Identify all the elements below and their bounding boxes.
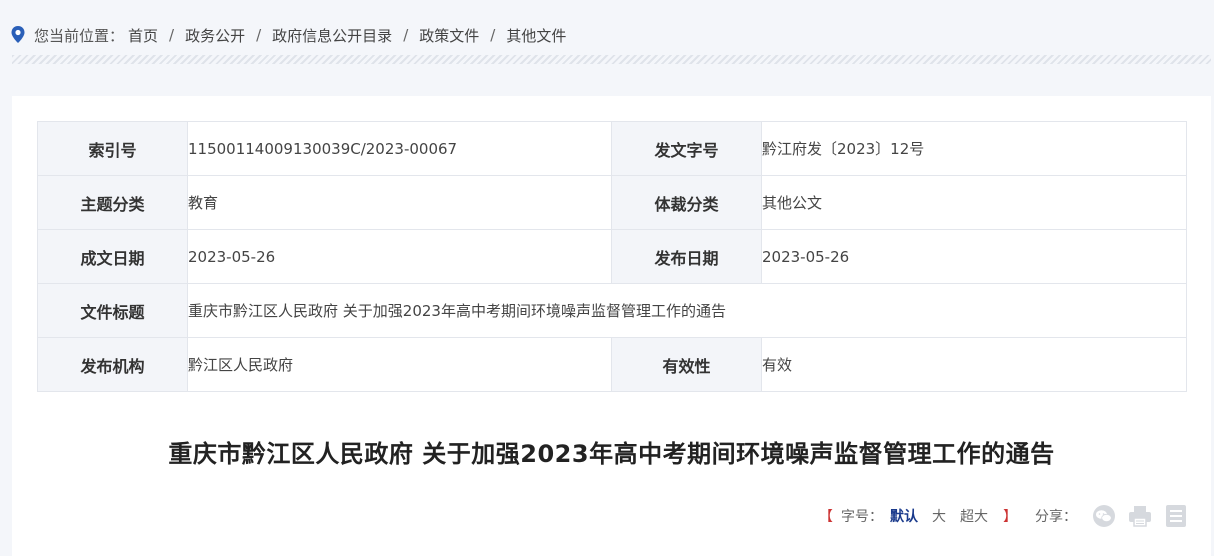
- breadcrumb-prefix: 您当前位置：: [34, 26, 125, 45]
- font-size-large-button[interactable]: 大: [932, 506, 946, 526]
- topic-label: 主题分类: [37, 175, 188, 230]
- doc-number-label: 发文字号: [611, 121, 762, 176]
- issuer-value: 黔江区人民政府: [187, 337, 612, 392]
- table-row: 文件标题 重庆市黔江区人民政府 关于加强2023年高中考期间环境噪声监督管理工作…: [37, 283, 1187, 338]
- breadcrumb-item-info-catalog[interactable]: 政府信息公开目录: [272, 25, 392, 46]
- location-pin-icon: [10, 25, 26, 45]
- document-icon[interactable]: [1163, 504, 1189, 528]
- doc-number-value: 黔江府发〔2023〕12号: [761, 121, 1187, 176]
- breadcrumb-separator: /: [256, 26, 262, 44]
- font-size-xlarge-button[interactable]: 超大: [960, 506, 988, 526]
- bracket-close: 】: [1003, 509, 1017, 525]
- table-row: 成文日期 2023-05-26 发布日期 2023-05-26: [37, 229, 1187, 284]
- date-published-value: 2023-05-26: [761, 229, 1187, 284]
- breadcrumb-item-home[interactable]: 首页: [128, 25, 158, 46]
- breadcrumb-separator: /: [403, 26, 409, 44]
- font-size-label: 字号：: [841, 509, 883, 525]
- date-written-label: 成文日期: [37, 229, 188, 284]
- index-label: 索引号: [37, 121, 188, 176]
- breadcrumb-item-government-affairs[interactable]: 政务公开: [185, 25, 245, 46]
- file-title-value: 重庆市黔江区人民政府 关于加强2023年高中考期间环境噪声监督管理工作的通告: [187, 283, 1187, 338]
- document-title: 重庆市黔江区人民政府 关于加强2023年高中考期间环境噪声监督管理工作的通告: [168, 440, 1055, 468]
- print-icon[interactable]: [1127, 504, 1153, 528]
- genre-label: 体裁分类: [611, 175, 762, 230]
- date-written-value: 2023-05-26: [187, 229, 612, 284]
- date-published-label: 发布日期: [611, 229, 762, 284]
- table-row: 发布机构 黔江区人民政府 有效性 有效: [37, 337, 1187, 392]
- issuer-label: 发布机构: [37, 337, 188, 392]
- file-title-label: 文件标题: [37, 283, 188, 338]
- breadcrumb-item-other-documents[interactable]: 其他文件: [506, 25, 566, 46]
- breadcrumb-separator: /: [490, 26, 496, 44]
- decorative-stripe: [12, 55, 1211, 64]
- bracket-open: 【: [819, 509, 833, 525]
- breadcrumb: 您当前位置： 首页 / 政务公开 / 政府信息公开目录 / 政策文件 / 其他文…: [10, 22, 566, 48]
- genre-value: 其他公文: [761, 175, 1187, 230]
- breadcrumb-item-policy-documents[interactable]: 政策文件: [419, 25, 479, 46]
- share-label: 分享：: [1035, 509, 1077, 525]
- table-row: 索引号 11500114009130039C/2023-00067 发文字号 黔…: [37, 121, 1187, 176]
- table-row: 主题分类 教育 体裁分类 其他公文: [37, 175, 1187, 230]
- validity-value: 有效: [761, 337, 1187, 392]
- wechat-icon[interactable]: [1091, 504, 1117, 528]
- document-toolbar: 【 字号： 默认 大 超大 】 分享：: [811, 504, 1189, 528]
- topic-value: 教育: [187, 175, 612, 230]
- content-panel: 索引号 11500114009130039C/2023-00067 发文字号 黔…: [12, 96, 1211, 556]
- validity-label: 有效性: [611, 337, 762, 392]
- breadcrumb-separator: /: [169, 26, 175, 44]
- font-size-default-button[interactable]: 默认: [890, 506, 918, 526]
- metadata-table: 索引号 11500114009130039C/2023-00067 发文字号 黔…: [37, 121, 1187, 392]
- index-value: 11500114009130039C/2023-00067: [187, 121, 612, 176]
